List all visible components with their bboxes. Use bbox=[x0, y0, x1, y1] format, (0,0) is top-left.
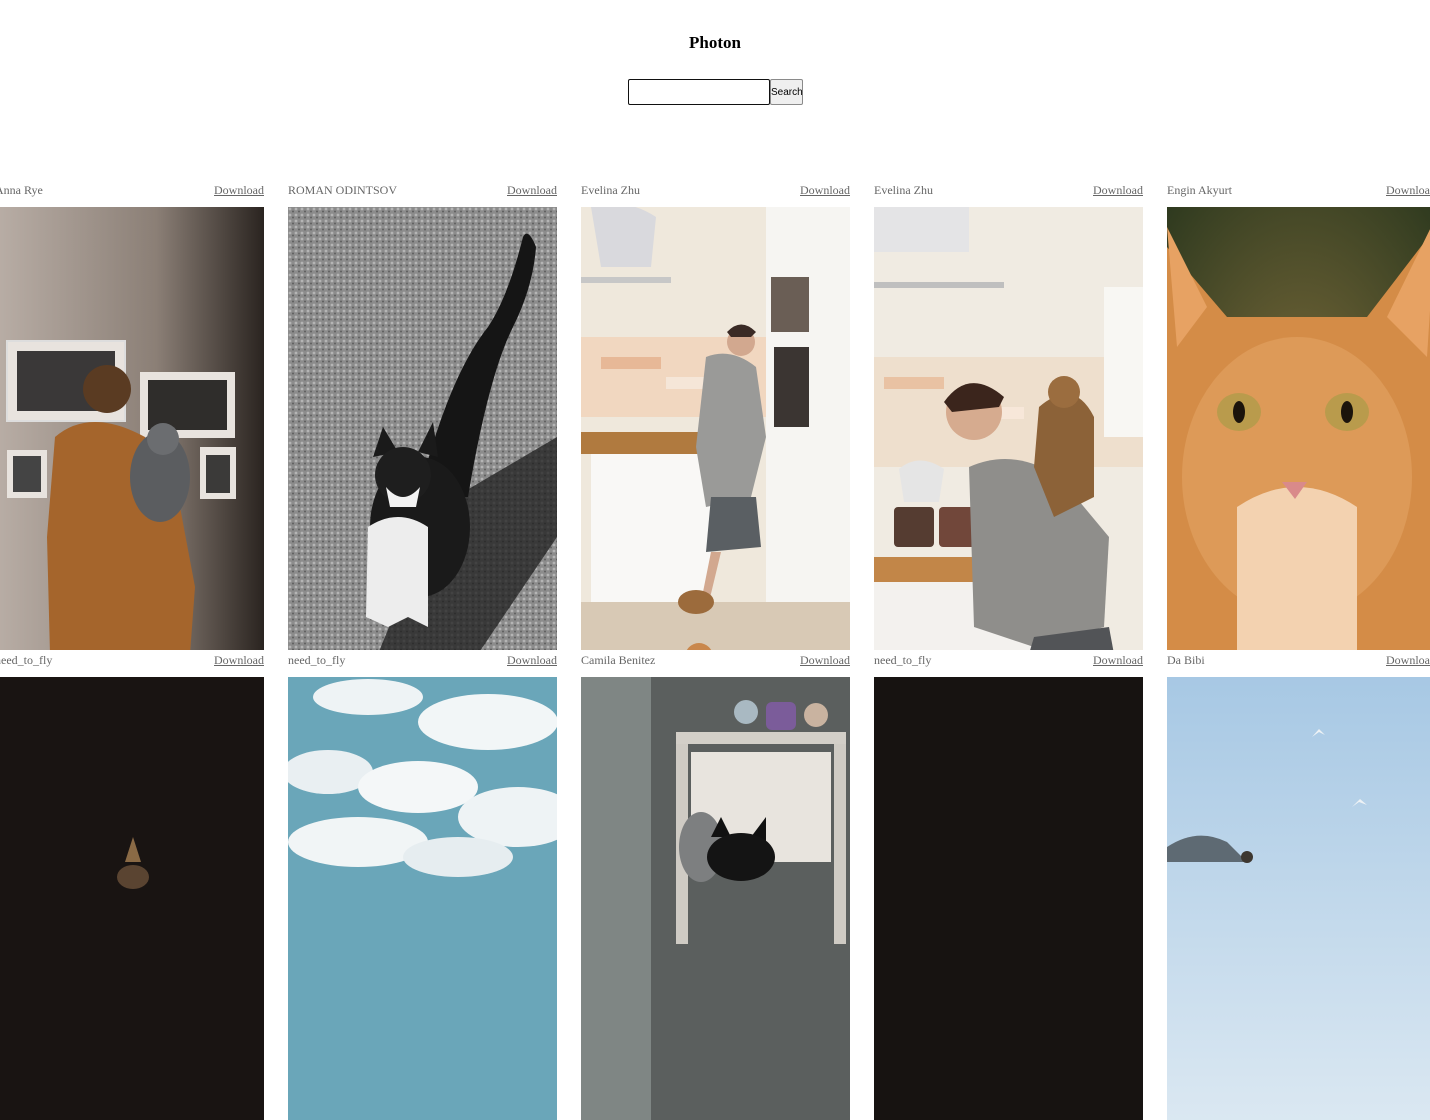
photo-card: Engin Akyurt Download bbox=[1167, 180, 1430, 650]
download-link[interactable]: Download bbox=[507, 653, 557, 668]
download-link[interactable]: Download bbox=[507, 183, 557, 198]
photo-image[interactable] bbox=[874, 677, 1143, 1120]
photo-card-meta: ROMAN ODINTSOV Download bbox=[288, 180, 557, 200]
photo-card-meta: Camila Benitez Download bbox=[581, 650, 850, 670]
photo-card: need_to_fly Download bbox=[0, 650, 264, 1120]
photo-author: ROMAN ODINTSOV bbox=[288, 183, 398, 197]
photo-card-meta: need_to_fly Download bbox=[288, 650, 557, 670]
photo-card: Evelina Zhu Download bbox=[581, 180, 850, 650]
photo-card: need_to_fly Download bbox=[874, 650, 1143, 1120]
photo-card-meta: need_to_fly Download bbox=[0, 650, 264, 670]
photo-card-meta: Da Bibi Download bbox=[1167, 650, 1430, 670]
photo-author: Camila Benitez bbox=[581, 653, 656, 667]
photo-author: Da Bibi bbox=[1167, 653, 1205, 667]
photo-author: need_to_fly bbox=[874, 653, 932, 667]
photo-image[interactable] bbox=[288, 677, 557, 1120]
photo-card: Evelina Zhu Download bbox=[874, 180, 1143, 650]
download-link[interactable]: Download bbox=[1386, 183, 1430, 198]
photo-author: Anna Rye bbox=[0, 183, 43, 197]
photo-image[interactable] bbox=[288, 207, 557, 650]
photo-image[interactable] bbox=[0, 677, 264, 1120]
download-link[interactable]: Download bbox=[214, 183, 264, 198]
photo-image[interactable] bbox=[1167, 677, 1430, 1120]
photo-author: Evelina Zhu bbox=[874, 183, 933, 197]
photo-card-meta: Evelina Zhu Download bbox=[874, 180, 1143, 200]
photo-card-meta: Anna Rye Download bbox=[0, 180, 264, 200]
download-link[interactable]: Download bbox=[214, 653, 264, 668]
photo-author: Engin Akyurt bbox=[1167, 183, 1232, 197]
download-link[interactable]: Download bbox=[1093, 183, 1143, 198]
photo-image[interactable] bbox=[1167, 207, 1430, 650]
photo-author: need_to_fly bbox=[0, 653, 53, 667]
photo-gallery: Anna Rye Download bbox=[0, 0, 1430, 1120]
photo-card: Da Bibi Download bbox=[1167, 650, 1430, 1120]
photo-card: Camila Benitez Download bbox=[581, 650, 850, 1120]
download-link[interactable]: Download bbox=[800, 183, 850, 198]
photo-author: Evelina Zhu bbox=[581, 183, 640, 197]
photo-card: need_to_fly Download bbox=[288, 650, 557, 1120]
photo-author: need_to_fly bbox=[288, 653, 346, 667]
photo-card-meta: Engin Akyurt Download bbox=[1167, 180, 1430, 200]
download-link[interactable]: Download bbox=[1093, 653, 1143, 668]
photo-image[interactable] bbox=[581, 677, 850, 1120]
photo-card: Anna Rye Download bbox=[0, 180, 264, 650]
photo-card: ROMAN ODINTSOV Download bbox=[288, 180, 557, 650]
photo-image[interactable] bbox=[0, 207, 264, 650]
photo-image[interactable] bbox=[874, 207, 1143, 650]
photo-card-meta: need_to_fly Download bbox=[874, 650, 1143, 670]
photo-card-meta: Evelina Zhu Download bbox=[581, 180, 850, 200]
download-link[interactable]: Download bbox=[1386, 653, 1430, 668]
download-link[interactable]: Download bbox=[800, 653, 850, 668]
photo-image[interactable] bbox=[581, 207, 850, 650]
